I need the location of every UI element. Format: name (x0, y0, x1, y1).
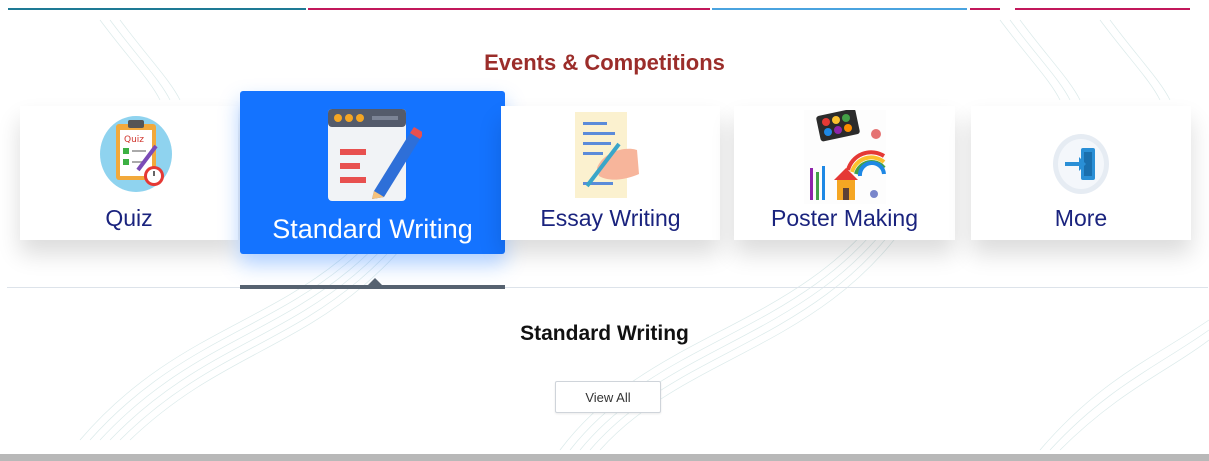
section-title: Events & Competitions (484, 50, 725, 75)
category-label: More (1054, 205, 1108, 231)
tabs-divider (7, 287, 1208, 288)
category-label: Quiz (105, 205, 153, 231)
top-accent-bar (0, 0, 1209, 10)
category-label: Standard Writing (272, 214, 473, 244)
footer-divider-bar (0, 454, 1209, 461)
category-label: Poster Making (770, 205, 918, 231)
category-card-quiz[interactable]: Quiz Quiz (20, 106, 238, 240)
category-card-more[interactable]: More (971, 106, 1191, 240)
writing-document-icon (328, 109, 422, 201)
category-card-poster-making[interactable]: Poster Making (734, 106, 955, 240)
exit-door-icon (1053, 134, 1109, 194)
quiz-clipboard-icon: Quiz (100, 116, 172, 192)
category-label: Essay Writing (540, 205, 681, 231)
view-all-button[interactable]: View All (555, 381, 661, 413)
essay-hand-writing-icon (575, 112, 639, 198)
svg-text:Quiz: Quiz (124, 135, 144, 145)
category-card-standard-writing[interactable]: Standard Writing (240, 91, 505, 254)
active-tab-indicator (240, 285, 505, 289)
panel-title: Standard Writing (520, 322, 689, 345)
active-tab-caret (368, 278, 382, 285)
art-palette-icon (804, 110, 886, 204)
category-card-essay-writing[interactable]: Essay Writing (501, 106, 720, 240)
